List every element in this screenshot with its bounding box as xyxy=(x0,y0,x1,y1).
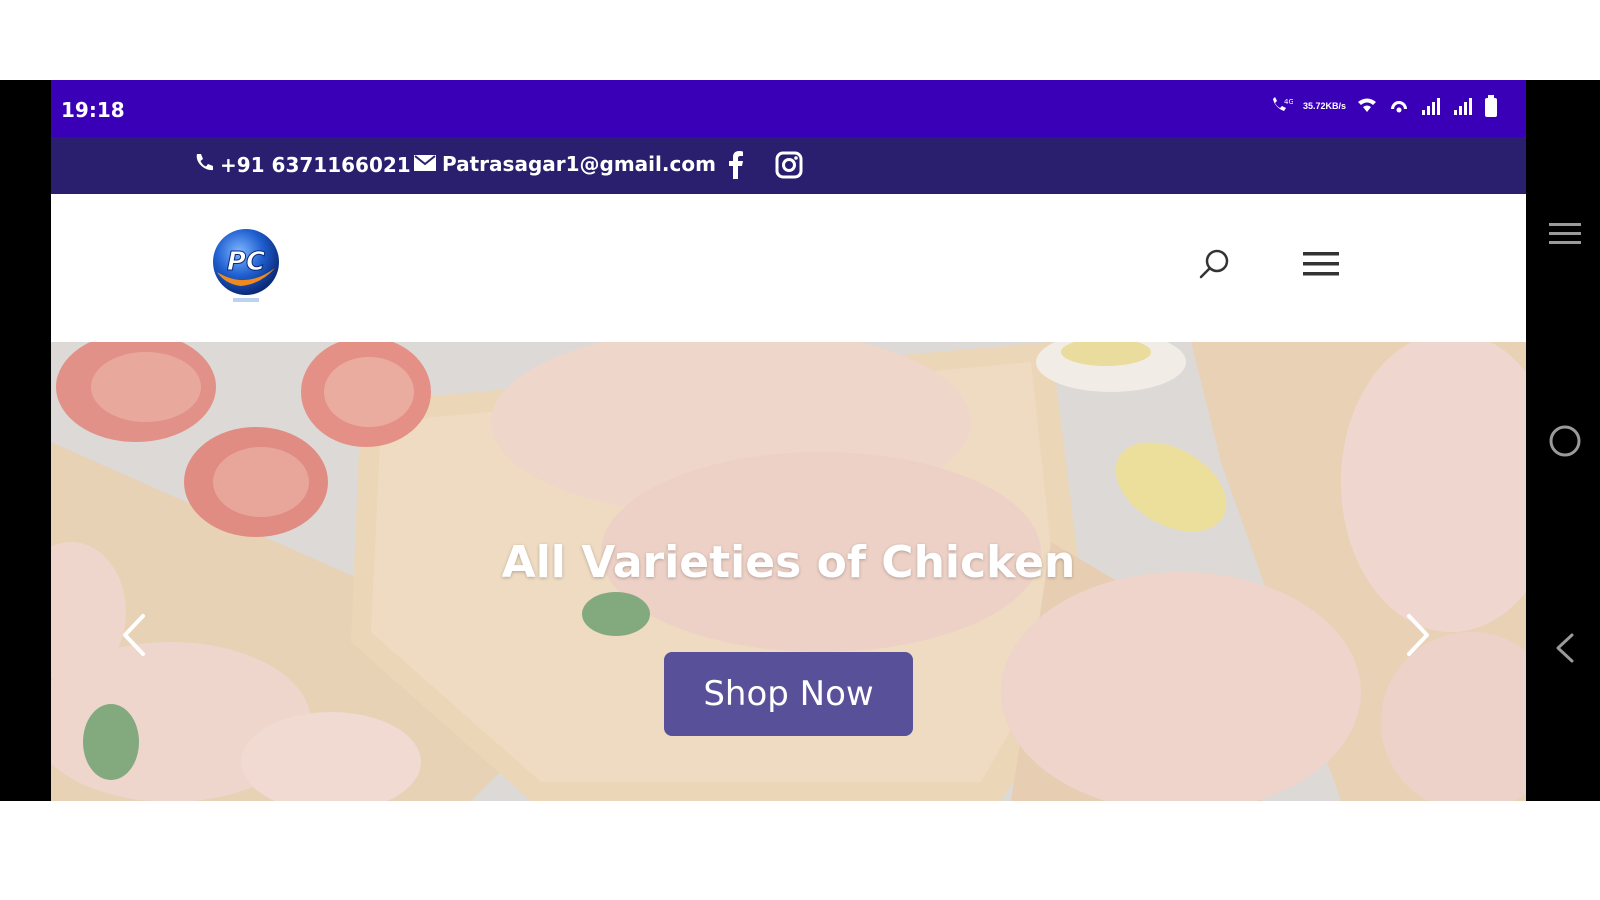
back-icon[interactable] xyxy=(1545,628,1585,668)
network-speed-value: 35.72 xyxy=(1302,100,1326,111)
status-time: 19:18 xyxy=(61,98,125,122)
hamburger-menu-icon[interactable] xyxy=(1301,244,1341,284)
logo-text: PC xyxy=(227,247,265,277)
recent-apps-icon[interactable] xyxy=(1545,214,1585,254)
email-icon xyxy=(414,152,436,176)
site-logo[interactable]: PC xyxy=(211,228,281,306)
hotspot-icon xyxy=(1388,96,1410,116)
hero-title: All Varieties of Chicken xyxy=(501,537,1076,588)
svg-text:4G: 4G xyxy=(1284,98,1293,106)
chevron-left-icon[interactable] xyxy=(114,610,154,660)
signal-icon xyxy=(1420,96,1442,116)
shop-now-button[interactable]: Shop Now xyxy=(664,652,913,736)
search-icon[interactable] xyxy=(1194,244,1234,284)
status-bar: 19:18 4G 35.72 KB/s xyxy=(51,80,1526,137)
volte-call-icon: 4G xyxy=(1269,96,1293,116)
hero-slider: All Varieties of Chicken Shop Now xyxy=(51,342,1526,801)
battery-icon xyxy=(1484,95,1498,117)
phone-number: +91 6371166021 xyxy=(220,152,411,177)
phone-screen: 19:18 4G 35.72 KB/s +91 6371166021 Patra… xyxy=(51,80,1526,801)
status-icons: 4G 35.72 KB/s xyxy=(1269,95,1498,117)
contact-top-bar: +91 6371166021 Patrasagar1@gmail.com xyxy=(51,137,1526,194)
home-icon[interactable] xyxy=(1545,421,1585,461)
network-speed-unit: KB/s xyxy=(1325,100,1346,111)
phone-contact[interactable]: +91 6371166021 xyxy=(194,152,411,177)
network-speed: 35.72 KB/s xyxy=(1302,100,1346,111)
facebook-icon[interactable] xyxy=(723,149,749,181)
wifi-calling-icon xyxy=(1356,96,1378,116)
site-header: PC xyxy=(51,194,1526,342)
phone-icon xyxy=(194,152,214,177)
email-address: Patrasagar1@gmail.com xyxy=(442,152,716,176)
signal-icon-2 xyxy=(1452,96,1474,116)
instagram-icon[interactable] xyxy=(773,149,805,181)
email-contact[interactable]: Patrasagar1@gmail.com xyxy=(414,152,716,176)
chevron-right-icon[interactable] xyxy=(1398,610,1438,660)
